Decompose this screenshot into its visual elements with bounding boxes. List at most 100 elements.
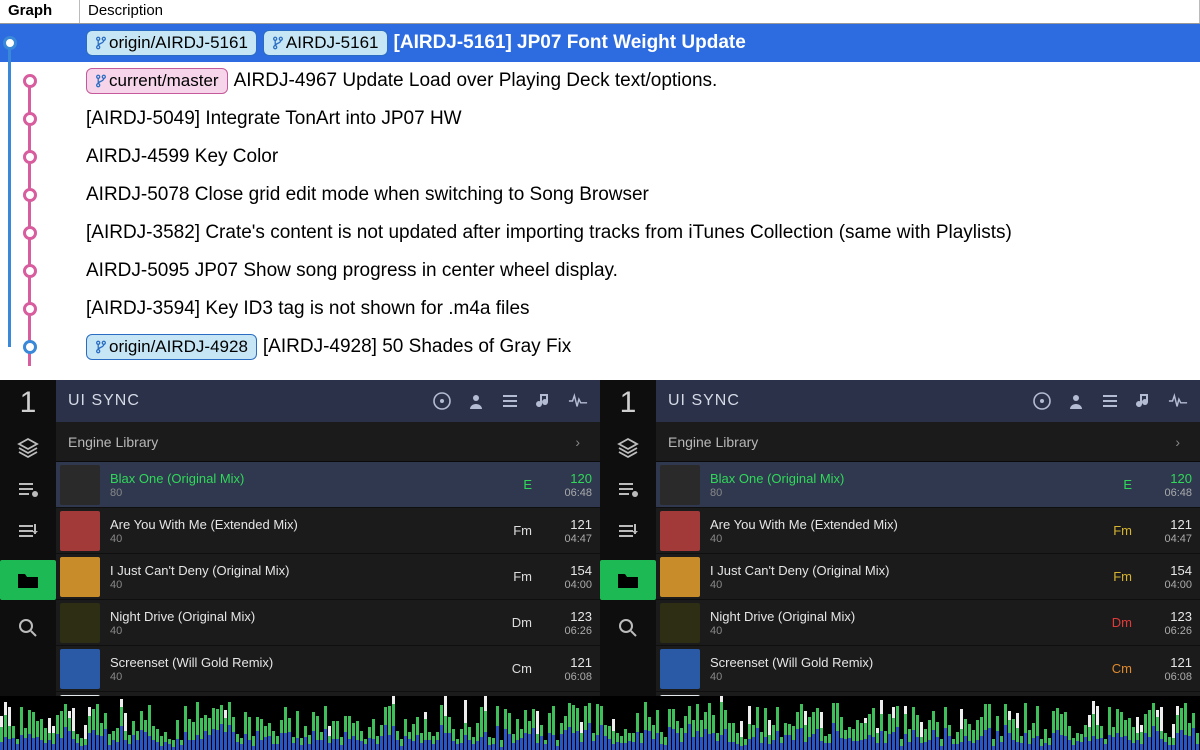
col-header-graph[interactable]: Graph — [0, 0, 80, 23]
branch-tag[interactable]: current/master — [86, 68, 228, 94]
commit-node — [3, 36, 17, 50]
track-row[interactable]: Blax One (Original Mix)80E12006:48 — [656, 462, 1200, 508]
commit-row[interactable]: AIRDJ-4599 Key Color — [0, 138, 1200, 176]
vinyl-icon[interactable] — [1032, 391, 1052, 411]
track-row[interactable]: Screenset (Will Gold Remix)40Cm12106:08 — [56, 646, 600, 692]
pulse-icon[interactable] — [1168, 391, 1188, 411]
commit-desc: AIRDJ-5095 JP07 Show song progress in ce… — [80, 260, 1200, 282]
track-key: Fm — [1102, 569, 1132, 584]
dj-sidebar: 1 — [0, 380, 56, 696]
commit-message: AIRDJ-5078 Close grid edit mode when swi… — [86, 184, 649, 206]
track-title: Night Drive (Original Mix) — [110, 609, 492, 624]
track-sub: 40 — [710, 625, 1092, 637]
commit-desc: AIRDJ-4599 Key Color — [80, 146, 1200, 168]
commit-row[interactable]: origin/AIRDJ-4928 [AIRDJ-4928] 50 Shades … — [0, 328, 1200, 366]
track-key: Dm — [1102, 615, 1132, 630]
track-meta: 12306:26 — [542, 609, 592, 637]
commit-row[interactable]: origin/AIRDJ-5161AIRDJ-5161[AIRDJ-5161] … — [0, 24, 1200, 62]
track-row[interactable]: I Just Can't Deny (Original Mix)40Fm1540… — [656, 554, 1200, 600]
track-time: 06:08 — [1142, 671, 1192, 683]
commit-desc: origin/AIRDJ-4928 [AIRDJ-4928] 50 Shades … — [80, 334, 1200, 360]
graph-col — [0, 252, 80, 290]
graph-col — [0, 24, 80, 62]
track-bpm: 154 — [542, 563, 592, 578]
dj-breadcrumb[interactable]: Engine Library› — [656, 422, 1200, 462]
graph-col — [0, 176, 80, 214]
track-row[interactable]: Are You With Me (Extended Mix)40Fm12104:… — [656, 508, 1200, 554]
waveform[interactable] — [0, 696, 600, 750]
search-icon[interactable] — [614, 614, 642, 642]
album-art — [660, 603, 700, 643]
track-title: Are You With Me (Extended Mix) — [110, 517, 492, 532]
commit-row[interactable]: [AIRDJ-5049] Integrate TonArt into JP07 … — [0, 100, 1200, 138]
track-sub: 40 — [110, 533, 492, 545]
album-art — [60, 465, 100, 505]
track-time: 06:26 — [1142, 625, 1192, 637]
track-row[interactable]: Blax One (Original Mix)80E12006:48 — [56, 462, 600, 508]
col-header-description[interactable]: Description — [80, 0, 1200, 23]
track-row[interactable]: Night Drive (Original Mix)40Dm12306:26 — [656, 600, 1200, 646]
album-art — [660, 557, 700, 597]
branch-tag[interactable]: AIRDJ-5161 — [263, 30, 388, 56]
album-art — [660, 649, 700, 689]
commit-row[interactable]: current/masterAIRDJ-4967 Update Load ove… — [0, 62, 1200, 100]
commit-desc: [AIRDJ-5049] Integrate TonArt into JP07 … — [80, 108, 1200, 130]
list-icon[interactable] — [500, 391, 520, 411]
track-bpm: 121 — [542, 655, 592, 670]
dj-pane-left: 1UI SYNCEngine Library›Blax One (Origina… — [0, 380, 600, 750]
artist-icon[interactable] — [1066, 391, 1086, 411]
commit-desc: AIRDJ-5078 Close grid edit mode when swi… — [80, 184, 1200, 206]
crates-icon[interactable] — [614, 434, 642, 462]
playlists-icon[interactable] — [14, 476, 42, 504]
prepare-icon[interactable] — [614, 518, 642, 546]
track-row[interactable]: I Just Can't Deny (Original Mix)40Fm1540… — [56, 554, 600, 600]
track-time: 04:00 — [542, 579, 592, 591]
pulse-icon[interactable] — [568, 391, 588, 411]
track-key: Fm — [1102, 523, 1132, 538]
track-sub: 40 — [110, 579, 492, 591]
track-key: Dm — [502, 615, 532, 630]
waveform[interactable] — [600, 696, 1200, 750]
artist-icon[interactable] — [466, 391, 486, 411]
files-icon[interactable] — [600, 560, 656, 600]
track-title: Screenset (Will Gold Remix) — [110, 655, 492, 670]
commit-row[interactable]: [AIRDJ-3582] Crate's content is not upda… — [0, 214, 1200, 252]
commit-row[interactable]: AIRDJ-5095 JP07 Show song progress in ce… — [0, 252, 1200, 290]
album-art — [660, 511, 700, 551]
dj-breadcrumb[interactable]: Engine Library› — [56, 422, 600, 462]
note-icon[interactable] — [1134, 391, 1154, 411]
commit-row[interactable]: AIRDJ-5078 Close grid edit mode when swi… — [0, 176, 1200, 214]
commit-row[interactable]: [AIRDJ-3594] Key ID3 tag is not shown fo… — [0, 290, 1200, 328]
commit-message: [AIRDJ-4928] 50 Shades of Gray Fix — [263, 336, 571, 358]
track-bpm: 121 — [1142, 655, 1192, 670]
track-row[interactable]: Night Drive (Original Mix)40 Dm 12306:26 — [56, 600, 600, 646]
track-bpm: 120 — [542, 471, 592, 486]
track-sub: 40 — [710, 533, 1092, 545]
track-sub: 40 — [110, 625, 492, 637]
breadcrumb-label: Engine Library — [668, 434, 758, 450]
list-icon[interactable] — [1100, 391, 1120, 411]
track-sub: 40 — [110, 671, 492, 683]
branch-tag[interactable]: origin/AIRDJ-4928 — [86, 334, 257, 360]
track-row[interactable]: Screenset (Will Gold Remix)40Cm12106:08 — [656, 646, 1200, 692]
branch-tag[interactable]: origin/AIRDJ-5161 — [86, 30, 257, 56]
track-time: 06:48 — [1142, 487, 1192, 499]
note-icon[interactable] — [534, 391, 554, 411]
playlists-icon[interactable] — [614, 476, 642, 504]
album-art — [60, 649, 100, 689]
dj-pane-right: 1UI SYNCEngine Library›Blax One (Origina… — [600, 380, 1200, 750]
deck-number: 1 — [20, 386, 37, 420]
track-row[interactable]: Are You With Me (Extended Mix)40Fm12104:… — [56, 508, 600, 554]
crates-icon[interactable] — [14, 434, 42, 462]
track-title: Screenset (Will Gold Remix) — [710, 655, 1092, 670]
track-time: 04:47 — [542, 533, 592, 545]
track-info: Are You With Me (Extended Mix)40 — [710, 517, 1092, 545]
vinyl-icon[interactable] — [432, 391, 452, 411]
track-time: 06:26 — [542, 625, 592, 637]
commit-desc: origin/AIRDJ-5161AIRDJ-5161[AIRDJ-5161] … — [80, 30, 1200, 56]
prepare-icon[interactable] — [14, 518, 42, 546]
files-icon[interactable] — [0, 560, 56, 600]
track-info: Screenset (Will Gold Remix)40 — [710, 655, 1092, 683]
chevron-right-icon: › — [575, 434, 580, 450]
search-icon[interactable] — [14, 614, 42, 642]
